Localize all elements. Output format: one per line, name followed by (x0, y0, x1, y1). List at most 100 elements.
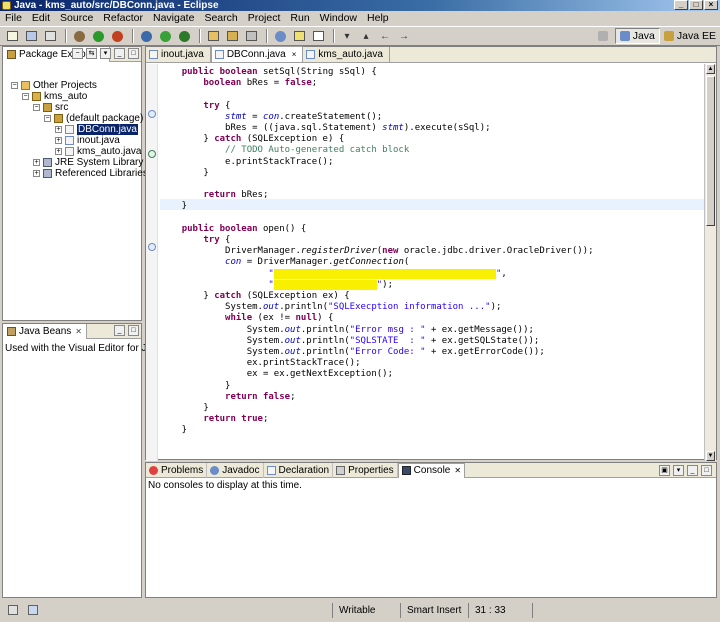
view-menu-icon[interactable]: ▾ (100, 48, 111, 59)
code-token: ); (490, 302, 502, 313)
new-java-project-icon[interactable] (138, 29, 154, 43)
menu-navigate[interactable]: Navigate (148, 11, 199, 25)
search-icon[interactable] (272, 29, 288, 43)
fast-view-icon[interactable] (8, 605, 18, 615)
close-icon[interactable]: ✕ (75, 327, 82, 336)
maximize-button[interactable]: □ (689, 0, 703, 10)
tree-item[interactable]: + DBConn.java (3, 124, 141, 135)
prev-annotation-icon[interactable]: ▴ (358, 29, 374, 43)
menu-search[interactable]: Search (199, 11, 242, 25)
editor-scrollbar[interactable]: ▲ ▼ (704, 64, 716, 461)
status-spacer (532, 603, 718, 618)
collapse-icon[interactable]: − (11, 82, 18, 89)
collapse-icon[interactable]: − (33, 104, 40, 111)
java-file-icon (149, 50, 158, 59)
editor-tab-kms-auto[interactable]: kms_auto.java (303, 47, 390, 62)
close-icon[interactable]: ✕ (454, 466, 461, 475)
collapse-icon[interactable]: − (44, 115, 51, 122)
java-beans-message: Used with the Visual Editor for Java (5, 343, 163, 354)
code-area[interactable]: public boolean setSql(String sSql) { boo… (160, 64, 704, 460)
tree-item[interactable]: − kms_auto (3, 91, 141, 102)
tree-item[interactable]: + inout.java (3, 135, 141, 146)
tab-console[interactable]: Console ✕ (397, 462, 466, 478)
code-token: (ex != (252, 313, 296, 324)
minimize-view-icon[interactable]: _ (114, 325, 125, 336)
tab-java-beans[interactable]: Java Beans ✕ (3, 323, 87, 339)
collapse-icon[interactable]: − (22, 93, 29, 100)
menu-help[interactable]: Help (362, 11, 394, 25)
run-icon[interactable] (90, 29, 106, 43)
expand-icon[interactable]: + (33, 159, 40, 166)
close-icon[interactable]: × (292, 50, 297, 59)
code-token: boolean (203, 78, 242, 89)
menu-source[interactable]: Source (55, 11, 98, 25)
tab-declaration[interactable]: Declaration (264, 462, 334, 478)
menu-refactor[interactable]: Refactor (98, 11, 148, 25)
scroll-up-icon[interactable]: ▲ (706, 64, 715, 74)
perspective-java-ee[interactable]: Java EE (660, 28, 720, 44)
forward-icon[interactable]: → (396, 29, 412, 43)
tab-problems[interactable]: Problems (146, 462, 208, 478)
open-folder-icon[interactable] (224, 29, 240, 43)
open-type-icon[interactable] (205, 29, 221, 43)
tree-item[interactable]: + kms_auto.java (3, 146, 141, 157)
tree-item[interactable]: − Other Projects (3, 80, 141, 91)
window-controls: _ □ × (674, 0, 718, 11)
expand-icon[interactable]: + (55, 126, 62, 133)
menu-file[interactable]: File (2, 11, 27, 25)
expand-icon[interactable]: + (55, 137, 62, 144)
wand-icon[interactable] (243, 29, 259, 43)
task-marker-icon[interactable] (148, 150, 156, 158)
tree-item[interactable]: + Referenced Libraries (3, 168, 148, 179)
code-token: } (160, 403, 209, 413)
collapse-all-icon[interactable]: − (72, 48, 83, 59)
minimize-view-icon[interactable]: _ (114, 48, 125, 59)
new-class-icon[interactable] (176, 29, 192, 43)
maximize-view-icon[interactable]: □ (128, 325, 139, 336)
tree-item-label: src (55, 102, 69, 113)
back-icon[interactable]: ← (377, 29, 393, 43)
code-token: oracle.jdbc.driver.OracleDriver()); (398, 246, 594, 257)
expand-icon[interactable]: + (55, 148, 62, 155)
next-annotation-icon[interactable]: ▾ (339, 29, 355, 43)
perspective-java[interactable]: Java (614, 28, 660, 44)
tree-item[interactable]: − (default package) (3, 113, 143, 124)
maximize-view-icon[interactable]: □ (128, 48, 139, 59)
scrollbar-thumb[interactable] (706, 76, 715, 226)
menu-run[interactable]: Run (285, 11, 314, 25)
tab-javadoc[interactable]: Javadoc (207, 462, 264, 478)
insert-mode-status: Smart Insert (400, 603, 468, 618)
minimize-button[interactable]: _ (674, 0, 688, 10)
maximize-view-icon[interactable]: □ (701, 465, 712, 476)
open-perspective-icon[interactable] (594, 28, 615, 44)
print-icon[interactable] (42, 29, 58, 43)
editor-tab-dbconn[interactable]: DBConn.java × (210, 46, 304, 62)
external-tools-icon[interactable] (109, 29, 125, 43)
display-console-icon[interactable]: ▾ (673, 465, 684, 476)
code-token: " (268, 268, 274, 279)
editor-tab-inout[interactable]: inout.java (146, 47, 211, 62)
scroll-down-icon[interactable]: ▼ (706, 451, 715, 461)
debug-icon[interactable] (71, 29, 87, 43)
java-ee-perspective-icon (663, 31, 674, 41)
save-icon[interactable] (23, 29, 39, 43)
menu-window[interactable]: Window (315, 11, 362, 25)
link-icon[interactable] (28, 605, 38, 615)
code-line: } (160, 381, 230, 392)
link-with-editor-icon[interactable]: ⇆ (86, 48, 97, 59)
new-icon[interactable] (4, 29, 20, 43)
library-icon (43, 169, 52, 178)
toggle-mark-icon[interactable] (291, 29, 307, 43)
menu-edit[interactable]: Edit (27, 11, 55, 25)
tree-item[interactable]: − src (3, 102, 141, 113)
close-window-button[interactable]: × (704, 0, 718, 10)
tree-item[interactable]: + JRE System Library [ (3, 157, 149, 168)
minimize-view-icon[interactable]: _ (687, 465, 698, 476)
new-package-icon[interactable] (157, 29, 173, 43)
menu-project[interactable]: Project (243, 11, 286, 25)
expand-icon[interactable]: + (33, 170, 40, 177)
open-console-icon[interactable]: ▣ (659, 465, 670, 476)
tab-properties[interactable]: Properties (333, 462, 398, 478)
highlight-icon[interactable] (310, 29, 326, 43)
code-line: "xxxxx", "xxxxxxxxxx"); (160, 279, 393, 291)
